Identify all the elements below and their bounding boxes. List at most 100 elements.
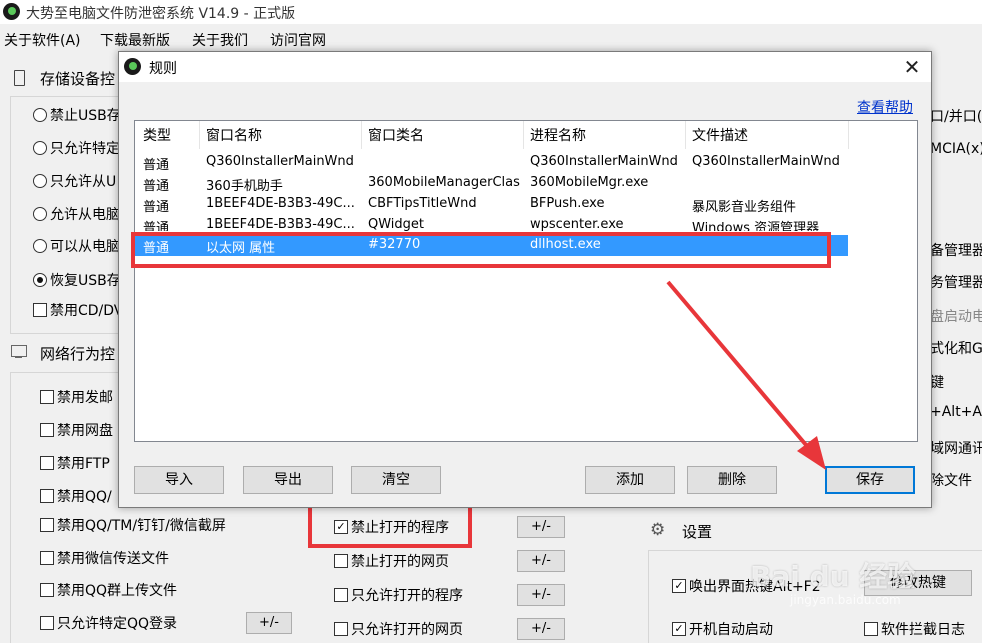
checkbox-block-log[interactable]: 软件拦截日志 xyxy=(864,619,965,639)
checkbox-box[interactable] xyxy=(33,303,47,317)
dialog-title: 规则 xyxy=(149,61,177,77)
checkbox-disable-netdisk[interactable]: 禁用网盘 xyxy=(40,420,113,440)
cell-file-desc: Windows 资源管理器 xyxy=(692,221,820,231)
radio-restore-usb[interactable]: 恢复USB存 xyxy=(33,270,121,290)
cell-process-name: 360MobileMgr.exe xyxy=(530,175,649,190)
checkbox-box[interactable] xyxy=(40,583,54,597)
cell-window-class: QWidget xyxy=(368,217,425,231)
block-webpages-plusminus-button[interactable]: +/- xyxy=(517,550,565,572)
app-logo-icon xyxy=(124,58,141,75)
save-button[interactable]: 保存 xyxy=(825,466,915,494)
menu-about-software[interactable]: 关于软件(A) xyxy=(4,30,81,50)
cell-window-name: 360手机助手 xyxy=(206,179,283,194)
right-fragment-format: 式化和Gh xyxy=(930,341,982,357)
cell-file-desc: Q360InstallerMainWnd xyxy=(692,154,840,169)
checkbox-disable-ftp[interactable]: 禁用FTP xyxy=(40,453,110,473)
column-divider[interactable] xyxy=(361,121,362,149)
rules-list[interactable]: 类型 窗口名称 窗口类名 进程名称 文件描述 普通 Q360InstallerM… xyxy=(134,120,918,442)
checkbox-box-checked[interactable]: ✓ xyxy=(672,579,686,593)
radio-circle[interactable] xyxy=(33,141,47,155)
column-divider[interactable] xyxy=(848,121,849,149)
radio-allow-specific[interactable]: 只允许特定 xyxy=(33,138,120,158)
radio-allow-from-pc[interactable]: 允许从电脑 xyxy=(33,204,120,224)
cell-type: 普通 xyxy=(143,179,170,194)
column-header-window-name[interactable]: 窗口名称 xyxy=(206,125,262,145)
cell-file-desc: 暴风影音业务组件 xyxy=(692,200,797,215)
table-row[interactable]: 普通 1BEEF4DE-B3B3-49C... QWidget wpscente… xyxy=(135,215,848,231)
qq-list-plusminus-button[interactable]: +/- xyxy=(246,612,292,634)
checkbox-box[interactable] xyxy=(40,616,54,630)
checkbox-disable-qq-group-upload[interactable]: 禁用QQ群上传文件 xyxy=(40,580,177,600)
baidu-watermark-url: jingyan.baidu.com xyxy=(790,593,901,607)
add-button[interactable]: 添加 xyxy=(585,466,675,494)
clear-button[interactable]: 清空 xyxy=(351,466,441,494)
allow-webpages-plusminus-button[interactable]: +/- xyxy=(517,618,565,640)
checkbox-disable-screenshot[interactable]: 禁用QQ/TM/钉钉/微信截屏 xyxy=(40,515,226,535)
checkbox-box-checked[interactable]: ✓ xyxy=(672,622,686,636)
delete-button[interactable]: 删除 xyxy=(687,466,777,494)
column-header-type[interactable]: 类型 xyxy=(143,125,171,145)
checkbox-allow-only-programs[interactable]: 只允许打开的程序 xyxy=(334,585,463,605)
checkbox-disable-cd[interactable]: 禁用CD/DV xyxy=(33,300,123,320)
export-button[interactable]: 导出 xyxy=(243,466,333,494)
checkbox-box[interactable] xyxy=(334,588,348,602)
checkbox-box[interactable] xyxy=(864,622,878,636)
cell-window-name: 1BEEF4DE-B3B3-49C... xyxy=(206,196,355,211)
checkbox-box[interactable] xyxy=(40,551,54,565)
cell-window-class: CBFTipsTitleWnd xyxy=(368,196,477,211)
table-row[interactable]: 普通 Q360InstallerMainWnd Q360InstallerMai… xyxy=(135,152,848,173)
checkbox-box[interactable] xyxy=(40,489,54,503)
menu-download-latest[interactable]: 下载最新版 xyxy=(100,30,170,50)
cell-window-class: 360MobileManagerClass xyxy=(368,175,520,190)
checkbox-disable-wechat-file[interactable]: 禁用微信传送文件 xyxy=(40,548,169,568)
radio-only-from-usb[interactable]: 只允许从U xyxy=(33,171,116,191)
menu-bar: 关于软件(A) 下载最新版 关于我们 访问官网 xyxy=(0,28,982,50)
checkbox-box[interactable] xyxy=(40,390,54,404)
cell-window-name: 1BEEF4DE-B3B3-49C... xyxy=(206,217,355,231)
baidu-watermark: Bai du 经验 xyxy=(750,560,916,593)
table-row[interactable]: 普通 360手机助手 360MobileManagerClass 360Mobi… xyxy=(135,173,848,194)
close-icon[interactable]: ✕ xyxy=(899,54,925,80)
menu-about-us[interactable]: 关于我们 xyxy=(192,30,248,50)
import-button[interactable]: 导入 xyxy=(134,466,224,494)
radio-circle[interactable] xyxy=(33,207,47,221)
checkbox-box[interactable] xyxy=(334,622,348,636)
rules-dialog: 规则 ✕ 查看帮助 类型 窗口名称 窗口类名 进程名称 文件描述 普通 Q360… xyxy=(118,51,932,508)
network-section-header: 网络行为控 xyxy=(40,345,116,363)
help-link[interactable]: 查看帮助 xyxy=(857,97,913,117)
right-fragment-ctrl-alt: +Alt+A xyxy=(930,404,982,420)
checkbox-allow-only-webpages[interactable]: 只允许打开的网页 xyxy=(334,619,463,639)
radio-circle-selected[interactable] xyxy=(33,273,47,287)
menu-visit-website[interactable]: 访问官网 xyxy=(270,30,326,50)
checkbox-box[interactable] xyxy=(40,518,54,532)
checkbox-block-webpages[interactable]: 禁止打开的网页 xyxy=(334,551,449,571)
dialog-title-bar: 规则 ✕ xyxy=(119,52,931,82)
checkbox-disable-email[interactable]: 禁用发邮 xyxy=(40,387,113,407)
settings-section-header: 设置 xyxy=(682,523,713,541)
column-divider[interactable] xyxy=(523,121,524,149)
column-header-file-desc[interactable]: 文件描述 xyxy=(692,125,748,145)
column-divider[interactable] xyxy=(685,121,686,149)
highlight-box-block-programs xyxy=(308,502,472,548)
block-programs-plusminus-button[interactable]: +/- xyxy=(517,516,565,538)
checkbox-disable-qq[interactable]: 禁用QQ/ xyxy=(40,486,112,506)
checkbox-auto-start[interactable]: ✓ 开机自动启动 xyxy=(672,619,773,639)
radio-can-from-pc[interactable]: 可以从电脑 xyxy=(33,236,120,256)
radio-circle[interactable] xyxy=(33,108,47,122)
allow-programs-plusminus-button[interactable]: +/- xyxy=(517,584,565,606)
checkbox-box[interactable] xyxy=(40,456,54,470)
checkbox-box[interactable] xyxy=(334,554,348,568)
radio-block-usb[interactable]: 禁止USB存 xyxy=(33,105,121,125)
column-divider[interactable] xyxy=(199,121,200,149)
checkbox-box[interactable] xyxy=(40,423,54,437)
checkbox-only-specific-qq[interactable]: 只允许特定QQ登录 xyxy=(40,613,177,633)
column-header-window-class[interactable]: 窗口类名 xyxy=(368,125,424,145)
usb-drive-icon xyxy=(10,68,28,86)
cell-window-name: Q360InstallerMainWnd xyxy=(206,154,354,169)
storage-section-header: 存储设备控 xyxy=(40,70,116,88)
column-header-process-name[interactable]: 进程名称 xyxy=(530,125,586,145)
radio-circle[interactable] xyxy=(33,174,47,188)
radio-circle[interactable] xyxy=(33,239,47,253)
table-row[interactable]: 普通 1BEEF4DE-B3B3-49C... CBFTipsTitleWnd … xyxy=(135,194,848,215)
highlight-box-selected-row xyxy=(131,232,831,268)
